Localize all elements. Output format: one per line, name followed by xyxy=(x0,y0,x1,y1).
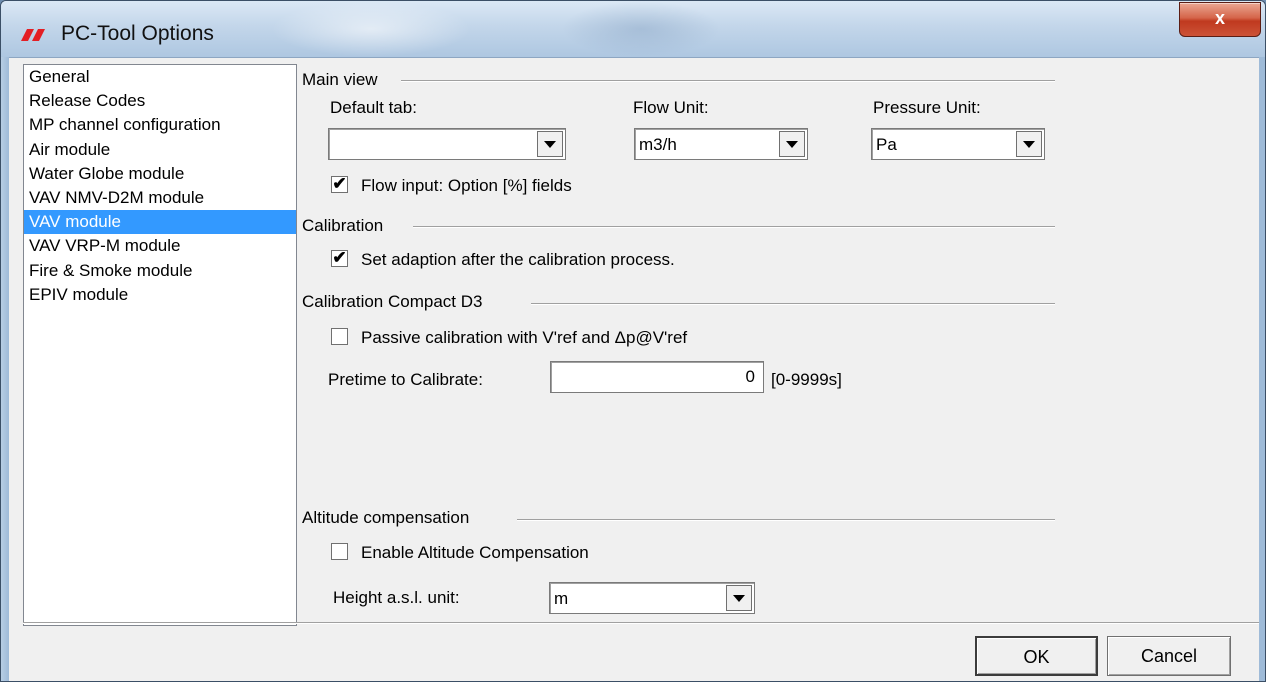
sidebar-item-fire-smoke-module[interactable]: Fire & Smoke module xyxy=(24,259,296,283)
main-view-heading: Main view xyxy=(302,70,378,89)
height-unit-label: Height a.s.l. unit: xyxy=(333,588,460,607)
flow-unit-label: Flow Unit: xyxy=(633,98,709,117)
passive-calibration-label: Passive calibration with V'ref and Δp@V'… xyxy=(361,328,688,347)
chevron-down-icon[interactable] xyxy=(779,131,805,157)
cancel-button[interactable]: Cancel xyxy=(1107,636,1231,676)
window-frame-left xyxy=(1,57,9,681)
title-bar[interactable]: PC-Tool Options x xyxy=(1,1,1265,57)
sidebar-item-general[interactable]: General xyxy=(24,65,296,89)
ok-button[interactable]: OK xyxy=(975,636,1098,676)
sidebar-item-vav-vrp-m-module[interactable]: VAV VRP-M module xyxy=(24,234,296,258)
flow-unit-value: m3/h xyxy=(639,135,677,154)
sidebar-item-release-codes[interactable]: Release Codes xyxy=(24,89,296,113)
calibration-compact-d3-heading: Calibration Compact D3 xyxy=(302,292,483,311)
pressure-unit-value: Pa xyxy=(876,135,897,154)
dialog-client-area: General Release Codes MP channel configu… xyxy=(9,57,1259,681)
flow-input-option-checkbox[interactable]: ✔ xyxy=(331,175,348,193)
sidebar-item-vav-module[interactable]: VAV module xyxy=(24,210,296,235)
sidebar-item-air-module[interactable]: Air module xyxy=(24,138,296,162)
pretime-label: Pretime to Calibrate: xyxy=(328,370,483,389)
sidebar-item-water-globe-module[interactable]: Water Globe module xyxy=(24,162,296,186)
default-tab-label: Default tab: xyxy=(330,98,417,117)
category-list[interactable]: General Release Codes MP channel configu… xyxy=(23,64,297,626)
chevron-down-icon[interactable] xyxy=(537,131,563,157)
flow-unit-dropdown[interactable]: m3/h xyxy=(634,128,808,160)
close-button[interactable]: x xyxy=(1179,2,1261,37)
calibration-heading: Calibration xyxy=(302,216,384,235)
altitude-compensation-heading: Altitude compensation xyxy=(302,508,470,527)
pressure-unit-dropdown[interactable]: Pa xyxy=(871,128,1045,160)
calibration-divider xyxy=(413,226,1055,228)
sidebar-item-epiv-module[interactable]: EPIV module xyxy=(24,283,296,307)
altitude-compensation-divider xyxy=(517,519,1055,521)
options-window: PC-Tool Options x General Release Codes … xyxy=(0,0,1266,682)
pretime-range-label: [0-9999s] xyxy=(771,370,842,389)
sidebar-item-mp-channel-configuration[interactable]: MP channel configuration xyxy=(24,113,296,137)
flow-input-option-label: Flow input: Option [%] fields xyxy=(361,176,572,195)
sidebar-item-vav-nmv-d2m-module[interactable]: VAV NMV-D2M module xyxy=(24,186,296,210)
footer-divider xyxy=(23,622,1259,624)
title-bar-shade xyxy=(561,1,721,57)
set-adaption-checkbox[interactable]: ✔ xyxy=(331,249,348,267)
main-view-divider xyxy=(401,80,1055,82)
default-tab-dropdown[interactable] xyxy=(328,128,566,160)
title-bar-glow xyxy=(271,1,471,57)
app-logo-icon xyxy=(21,29,45,41)
height-unit-dropdown[interactable]: m xyxy=(549,582,755,614)
passive-calibration-checkbox[interactable] xyxy=(331,328,348,345)
chevron-down-icon[interactable] xyxy=(1016,131,1042,157)
enable-altitude-label: Enable Altitude Compensation xyxy=(361,543,589,562)
enable-altitude-checkbox[interactable] xyxy=(331,543,348,560)
window-title: PC-Tool Options xyxy=(61,22,214,45)
set-adaption-label: Set adaption after the calibration proce… xyxy=(361,250,675,269)
chevron-down-icon[interactable] xyxy=(726,585,752,611)
height-unit-value: m xyxy=(554,589,569,608)
pressure-unit-label: Pressure Unit: xyxy=(873,98,981,117)
pretime-input[interactable]: 0 xyxy=(550,361,764,393)
window-frame-right xyxy=(1259,57,1265,681)
calibration-compact-d3-divider xyxy=(531,303,1055,305)
